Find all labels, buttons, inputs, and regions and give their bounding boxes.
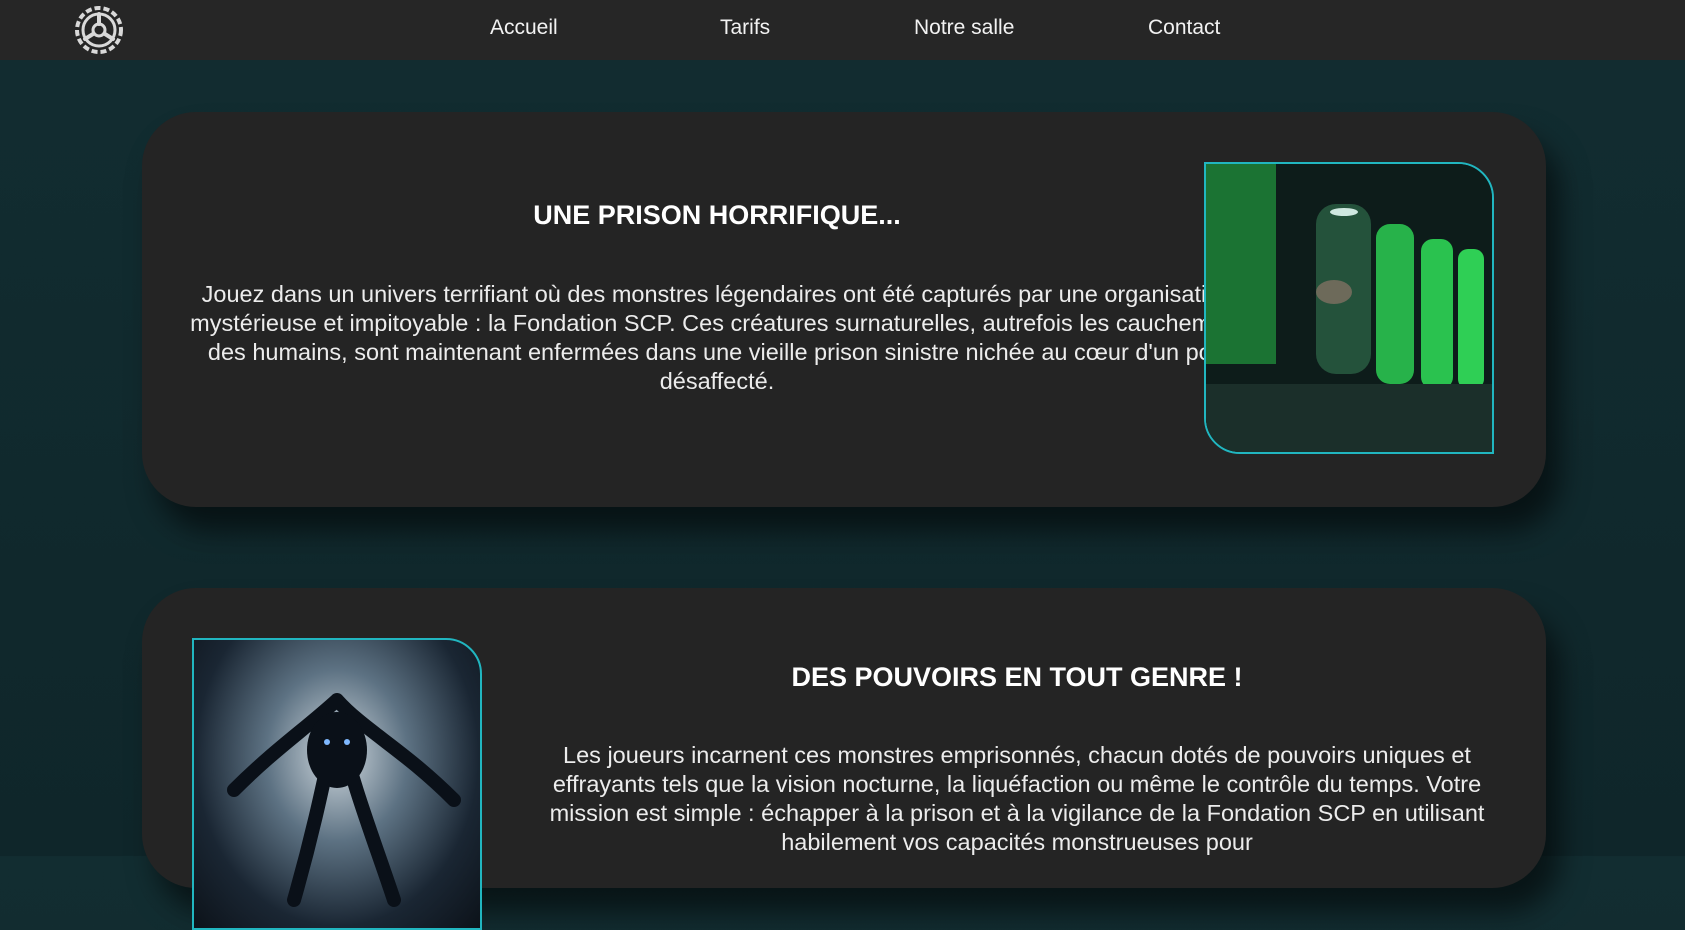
shadow-monster-image <box>192 638 482 930</box>
nav-link-accueil[interactable]: Accueil <box>490 16 558 40</box>
nav-link-tarifs[interactable]: Tarifs <box>720 16 770 40</box>
section-text: Jouez dans un univers terrifiant où des … <box>190 281 1244 394</box>
prison-containment-image <box>1204 162 1494 454</box>
section-title: DES POUVOIRS EN TOUT GENRE ! <box>791 662 1243 692</box>
scp-foundation-logo-icon[interactable] <box>70 3 128 57</box>
nav-link-notre-salle[interactable]: Notre salle <box>914 16 1014 40</box>
section-powers: DES POUVOIRS EN TOUT GENRE ! Les joueurs… <box>142 588 1546 930</box>
section-title: UNE PRISON HORRIFIQUE... <box>533 200 901 230</box>
navbar: Accueil Tarifs Notre salle Contact <box>0 0 1685 60</box>
section-prison: UNE PRISON HORRIFIQUE... Jouez dans un u… <box>142 112 1546 507</box>
section-text: Les joueurs incarnent ces monstres empri… <box>549 742 1485 855</box>
nav-link-contact[interactable]: Contact <box>1148 16 1220 40</box>
